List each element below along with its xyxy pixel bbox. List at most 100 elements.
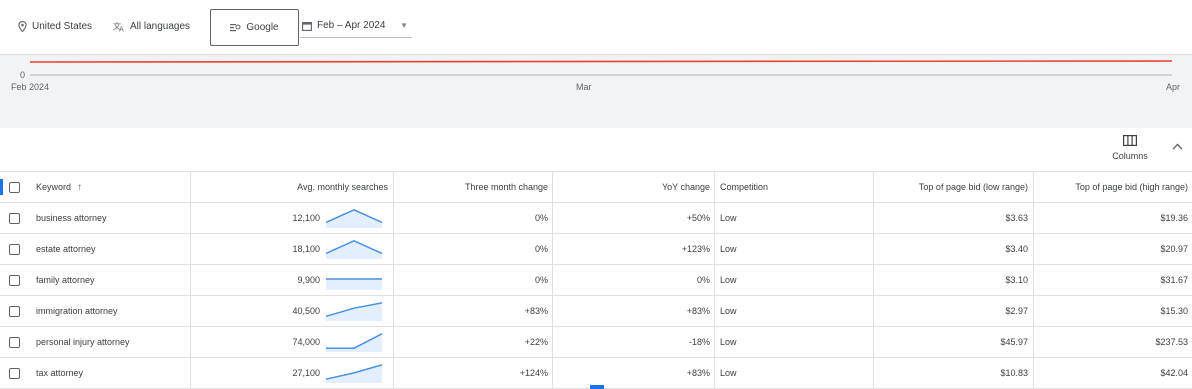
header-low-bid-label: Top of page bid (low range) [918,182,1028,192]
keyword-cell: personal injury attorney [36,327,186,357]
keyword-cell: immigration attorney [36,296,186,326]
dropdown-caret-icon: ▼ [400,21,408,30]
competition-value: Low [720,244,737,254]
column-divider [552,327,553,357]
table-row: estate attorney 18,100 0% +123% Low $3.4… [0,234,1192,265]
row-checkbox[interactable] [9,337,20,348]
chart-y-tick: 0 [20,70,26,80]
collapse-chevron-icon[interactable] [1172,141,1183,153]
yoy-cell: +83% [555,296,710,326]
yoy-value: +83% [686,306,710,316]
competition-cell: Low [720,265,840,295]
chart-x-tick-feb: Feb 2024 [11,82,50,92]
high-bid-value: $20.97 [1160,244,1188,254]
trend-sparkline[interactable] [324,296,390,326]
select-all-checkbox[interactable] [9,182,20,193]
competition-value: Low [720,368,737,378]
avg-searches-value: 40,500 [292,306,320,316]
trend-sparkline[interactable] [324,234,390,264]
keyword-cell: family attorney [36,265,186,295]
header-high-bid-label: Top of page bid (high range) [1075,182,1188,192]
date-range-filter[interactable]: Feb – Apr 2024 ▼ [300,14,412,38]
column-divider [714,327,715,357]
table-header-row: Keyword ↑ Avg. monthly searches Three mo… [0,171,1192,203]
high-bid-cell: $42.04 [1035,358,1188,388]
column-divider [552,296,553,326]
yoy-value: -18% [688,337,710,347]
keyword-cell: tax attorney [36,358,186,388]
competition-value: Low [720,306,737,316]
keyword-cell: business attorney [36,203,186,233]
language-filter[interactable]: 文A All languages [113,16,190,36]
avg-searches-value: 18,100 [292,244,320,254]
three-month-cell: 0% [393,203,548,233]
column-divider [552,234,553,264]
low-bid-cell: $3.63 [873,203,1028,233]
high-bid-value: $19.36 [1160,213,1188,223]
column-divider [1033,203,1034,233]
search-network-icon [230,24,241,32]
high-bid-cell: $31.67 [1035,265,1188,295]
header-competition[interactable]: Competition [720,172,840,202]
header-three-month[interactable]: Three month change [393,172,548,202]
avg-searches-value: 12,100 [292,213,320,223]
column-divider [1033,172,1034,202]
table-row: immigration attorney 40,500 +83% +83% Lo… [0,296,1192,327]
header-competition-label: Competition [720,182,769,192]
translate-icon: 文A [113,21,124,32]
trend-sparkline[interactable] [324,203,390,233]
header-three-month-label: Three month change [464,182,548,192]
header-low-bid[interactable]: Top of page bid (low range) [873,172,1028,202]
network-filter[interactable]: Google [210,9,299,46]
trend-sparkline[interactable] [324,265,390,295]
competition-value: Low [720,213,737,223]
column-divider [552,203,553,233]
yoy-cell: 0% [555,265,710,295]
low-bid-value: $3.63 [1005,213,1028,223]
low-bid-cell: $3.10 [873,265,1028,295]
column-divider [1033,327,1034,357]
low-bid-cell: $45.97 [873,327,1028,357]
header-keyword[interactable]: Keyword ↑ [36,172,186,202]
high-bid-cell: $19.36 [1035,203,1188,233]
trend-sparkline[interactable] [324,327,390,357]
column-divider [714,234,715,264]
row-checkbox[interactable] [9,275,20,286]
yoy-cell: -18% [555,327,710,357]
competition-cell: Low [720,358,840,388]
column-divider [552,265,553,295]
header-yoy[interactable]: YoY change [555,172,710,202]
keyword-text: family attorney [36,275,95,285]
header-avg-searches[interactable]: Avg. monthly searches [190,172,390,202]
low-bid-value: $2.97 [1005,306,1028,316]
high-bid-value: $42.04 [1160,368,1188,378]
row-checkbox[interactable] [9,244,20,255]
columns-button[interactable]: Columns [1108,135,1152,167]
yoy-value: +83% [686,368,710,378]
low-bid-value: $3.10 [1005,275,1028,285]
scroll-indicator [590,385,604,389]
header-high-bid[interactable]: Top of page bid (high range) [1035,172,1188,202]
trend-chart-svg [29,60,1173,76]
chart-x-tick-apr: Apr [1166,82,1181,92]
trend-sparkline[interactable] [324,358,390,388]
avg-searches-value: 27,100 [292,368,320,378]
low-bid-cell: $2.97 [873,296,1028,326]
competition-value: Low [720,337,737,347]
keyword-text: tax attorney [36,368,84,378]
row-checkbox[interactable] [9,368,20,379]
yoy-value: +123% [681,244,710,254]
row-checkbox[interactable] [9,306,20,317]
sparkline-svg [326,333,383,352]
keyword-text: business attorney [36,213,107,223]
three-month-cell: +83% [393,296,548,326]
column-divider [714,358,715,388]
three-month-value: +22% [524,337,548,347]
chart-series-line [29,60,1173,63]
header-keyword-label: Keyword [36,182,72,192]
yoy-cell: +50% [555,203,710,233]
svg-text:A: A [119,25,124,32]
row-checkbox[interactable] [9,213,20,224]
yoy-cell: +83% [555,358,710,388]
location-filter[interactable]: United States [18,16,92,36]
